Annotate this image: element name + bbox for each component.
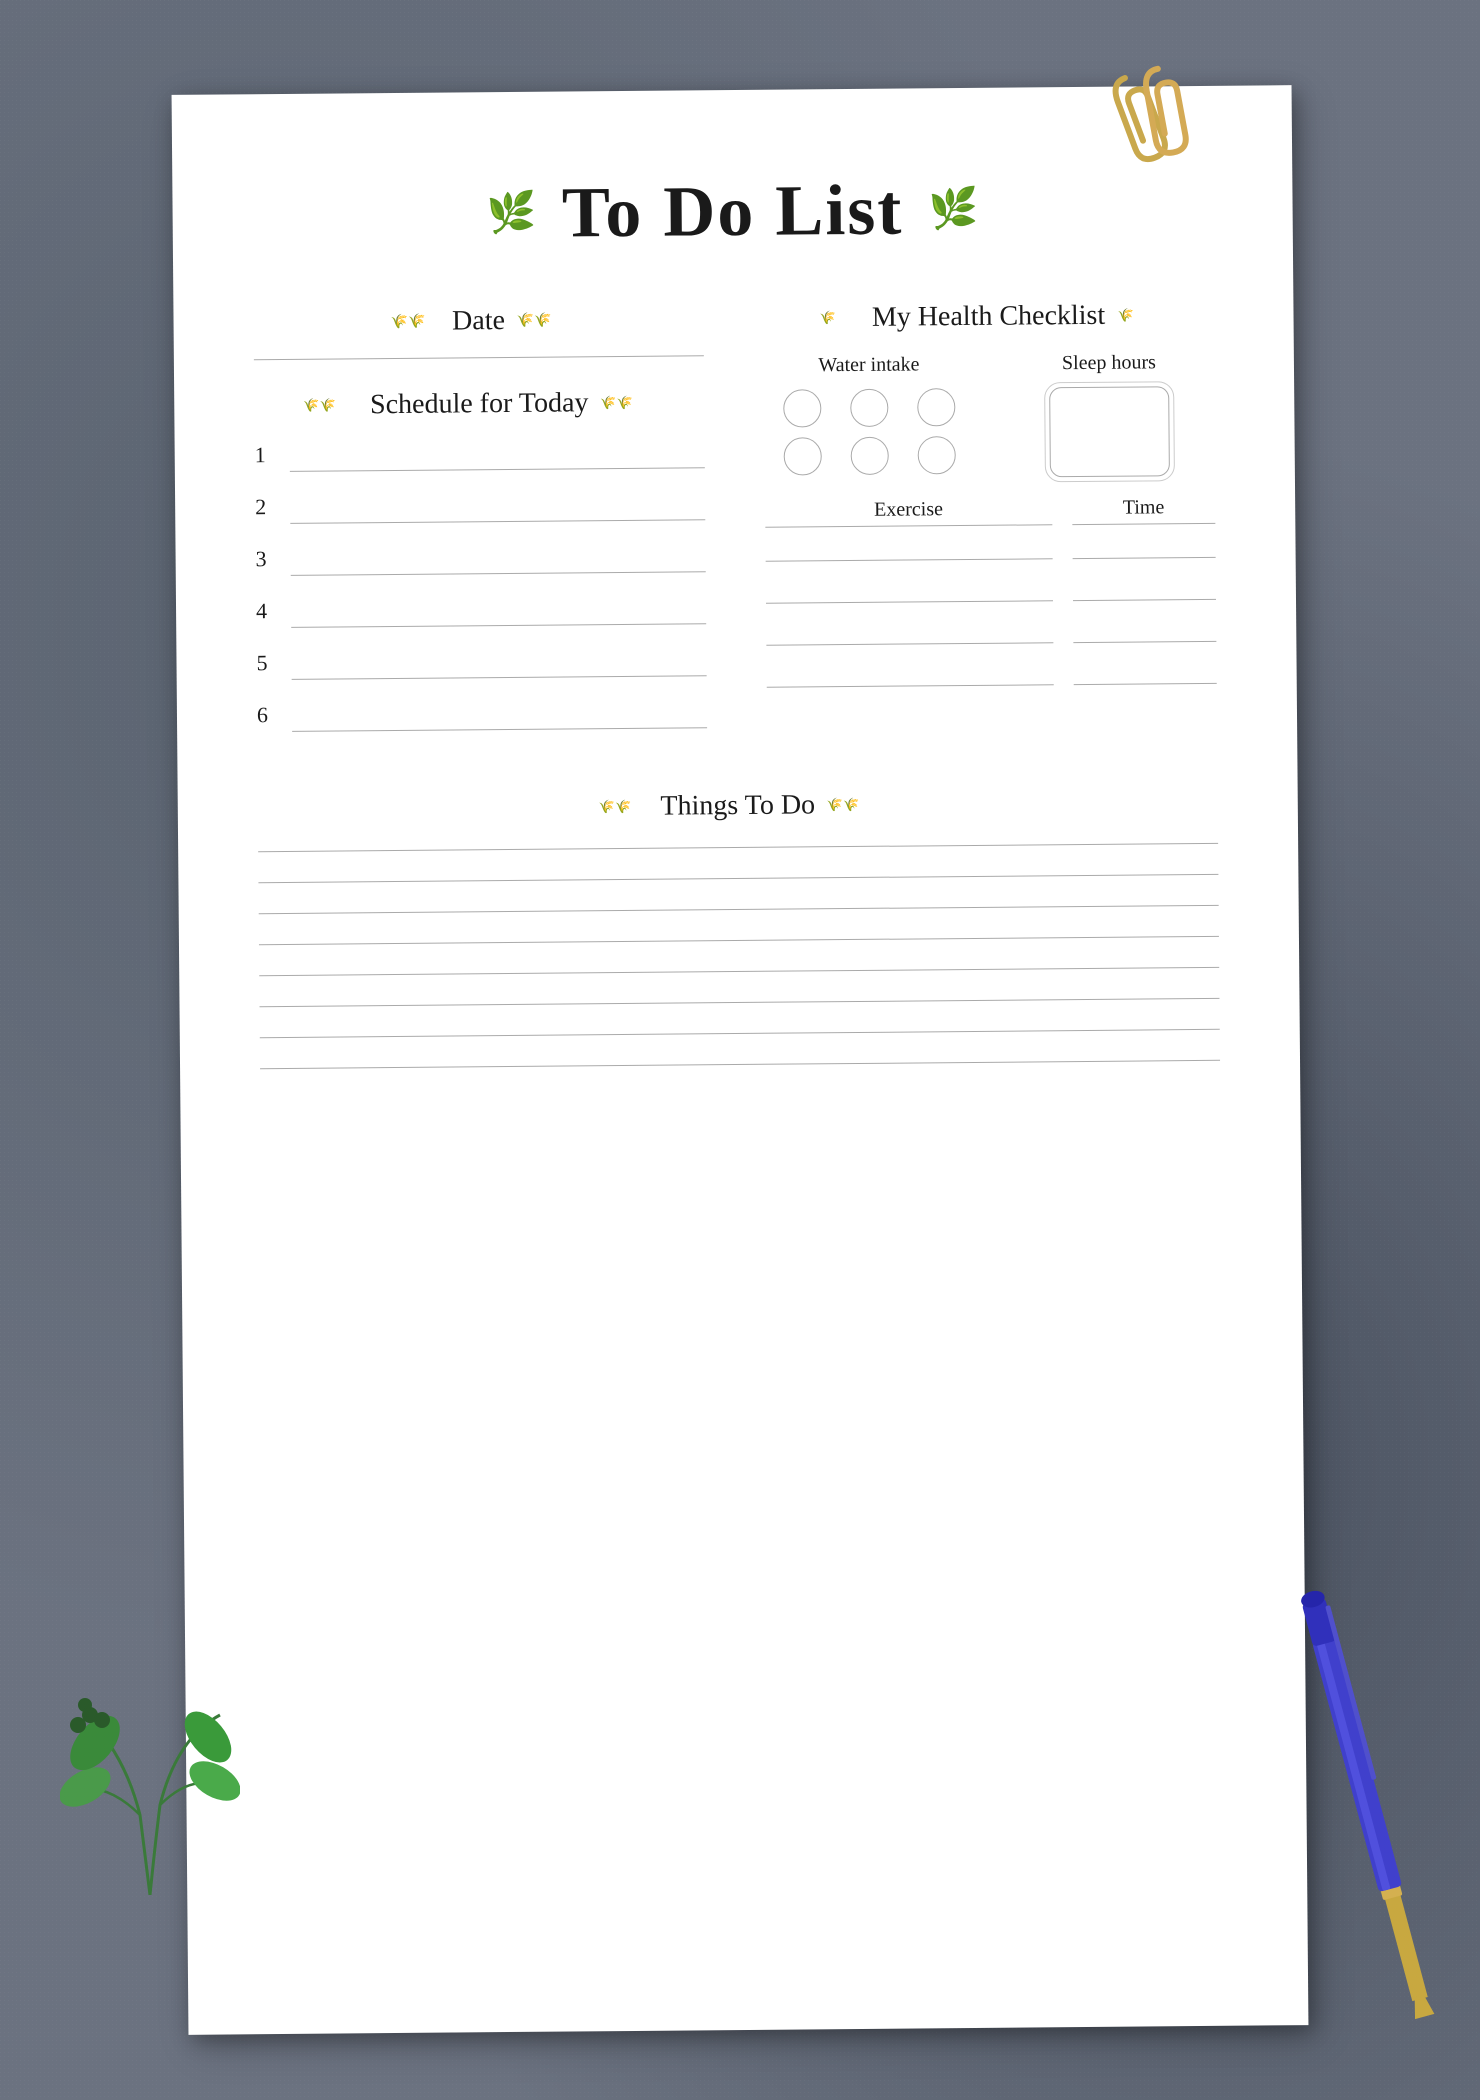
svg-text:🌾: 🌾 (820, 310, 836, 325)
todo-lines (258, 843, 1220, 1069)
schedule-item-4: 4 (256, 594, 706, 628)
schedule-item-1: 1 (255, 438, 705, 472)
paper-sheet: 🌿 To Do List 🌿 🌾🌾 Date (172, 85, 1309, 2035)
left-column: 🌾🌾 Date 🌾🌾 🌾🌾 (253, 303, 707, 754)
date-header: 🌾🌾 Date 🌾🌾 (253, 303, 703, 339)
two-column-layout: 🌾🌾 Date 🌾🌾 🌾🌾 (253, 299, 1217, 754)
time-field-4[interactable] (1073, 664, 1216, 685)
exercise-row-3 (766, 622, 1216, 646)
svg-text:🌾: 🌾 (1117, 307, 1133, 322)
schedule-line-3 (291, 571, 706, 576)
schedule-line-1 (290, 467, 705, 472)
svg-text:🌾🌾: 🌾🌾 (598, 798, 631, 813)
exercise-field-1[interactable] (765, 539, 1052, 562)
water-circle-2[interactable] (850, 389, 888, 427)
schedule-num-3: 3 (255, 546, 275, 576)
todo-line-8 (260, 1060, 1220, 1069)
todo-line-2 (258, 874, 1218, 883)
water-sleep-row: Water intake Sleep hours (764, 351, 1215, 480)
svg-text:🌿: 🌿 (928, 185, 978, 231)
right-column: 🌾 My Health Checklist 🌾 Water intake (763, 299, 1217, 750)
schedule-line-6 (292, 727, 707, 732)
health-header: 🌾 My Health Checklist 🌾 (763, 299, 1213, 335)
todo-line-5 (259, 967, 1219, 976)
schedule-num-2: 2 (255, 494, 275, 524)
schedule-num-5: 5 (256, 650, 276, 680)
water-circle-4[interactable] (784, 437, 822, 475)
todo-line-7 (260, 1029, 1220, 1038)
schedule-section: 🌾🌾 Schedule for Today 🌾🌾 1 (254, 386, 707, 732)
date-underline (254, 355, 704, 360)
water-circles-grid (764, 388, 975, 476)
svg-text:🌿: 🌿 (487, 189, 537, 235)
things-decoration-left: 🌾🌾 (598, 794, 648, 819)
health-decoration-right: 🌾 (1117, 303, 1157, 328)
schedule-item-2: 2 (255, 490, 705, 524)
exercise-row-1 (765, 538, 1215, 562)
schedule-item-6: 6 (257, 698, 707, 732)
todo-line-3 (259, 905, 1219, 914)
exercise-field-2[interactable] (766, 581, 1053, 604)
exercise-column-label: Exercise (765, 497, 1052, 528)
todo-line-4 (259, 936, 1219, 945)
schedule-item-5: 5 (256, 646, 706, 680)
time-field-1[interactable] (1072, 538, 1215, 559)
exercise-field-3[interactable] (766, 623, 1053, 646)
things-decoration-right: 🌾🌾 (827, 792, 877, 817)
schedule-header: 🌾🌾 Schedule for Today 🌾🌾 (254, 386, 704, 422)
water-circle-3[interactable] (917, 388, 955, 426)
exercise-row-4 (767, 664, 1217, 688)
things-label: Things To Do (660, 789, 815, 822)
water-circle-5[interactable] (851, 437, 889, 475)
water-circle-1[interactable] (783, 389, 821, 427)
date-header-decoration-left: 🌾🌾 (390, 309, 440, 334)
health-decoration-left: 🌾 (820, 305, 860, 330)
schedule-item-3: 3 (255, 542, 705, 576)
paperclip-decoration (1101, 56, 1212, 182)
svg-text:🌾🌾: 🌾🌾 (390, 312, 425, 329)
things-section: 🌾🌾 Things To Do 🌾🌾 (258, 786, 1220, 1069)
things-header: 🌾🌾 Things To Do 🌾🌾 (258, 786, 1218, 826)
time-field-2[interactable] (1073, 580, 1216, 601)
title-leaf-left: 🌿 (482, 181, 543, 247)
svg-text:🌾🌾: 🌾🌾 (600, 394, 633, 409)
main-title: To Do List (562, 169, 904, 255)
date-label: Date (452, 305, 505, 337)
schedule-line-2 (290, 519, 705, 524)
schedule-line-4 (291, 623, 706, 628)
water-circle-6[interactable] (917, 436, 955, 474)
time-column-label: Time (1072, 496, 1216, 525)
date-header-decoration-right: 🌾🌾 (517, 308, 567, 333)
schedule-decoration-right: 🌾🌾 (600, 390, 655, 415)
title-leaf-right: 🌿 (923, 177, 984, 243)
todo-line-6 (260, 998, 1220, 1007)
schedule-num-1: 1 (255, 442, 275, 472)
todo-line-1 (258, 843, 1218, 852)
schedule-label: Schedule for Today (370, 387, 589, 421)
schedule-num-4: 4 (256, 598, 276, 628)
health-label: My Health Checklist (872, 300, 1106, 334)
exercise-header-row: Exercise Time (765, 496, 1215, 528)
exercise-field-4[interactable] (767, 665, 1054, 688)
exercise-row-2 (766, 580, 1216, 604)
svg-text:🌾🌾: 🌾🌾 (303, 397, 336, 412)
svg-text:🌾🌾: 🌾🌾 (827, 796, 860, 811)
sleep-label: Sleep hours (1004, 351, 1214, 376)
title-area: 🌿 To Do List 🌿 (252, 146, 1213, 257)
sleep-column: Sleep hours (1004, 351, 1215, 478)
time-field-3[interactable] (1073, 622, 1216, 643)
schedule-num-6: 6 (257, 702, 277, 732)
sleep-box[interactable] (1049, 386, 1170, 477)
water-column: Water intake (764, 353, 975, 480)
pen-decoration (1320, 1515, 1400, 2040)
schedule-line-5 (292, 675, 707, 680)
water-label: Water intake (764, 353, 974, 378)
schedule-decoration-left: 🌾🌾 (303, 393, 358, 418)
exercise-section: Exercise Time (765, 496, 1217, 688)
svg-text:🌾🌾: 🌾🌾 (517, 311, 552, 328)
